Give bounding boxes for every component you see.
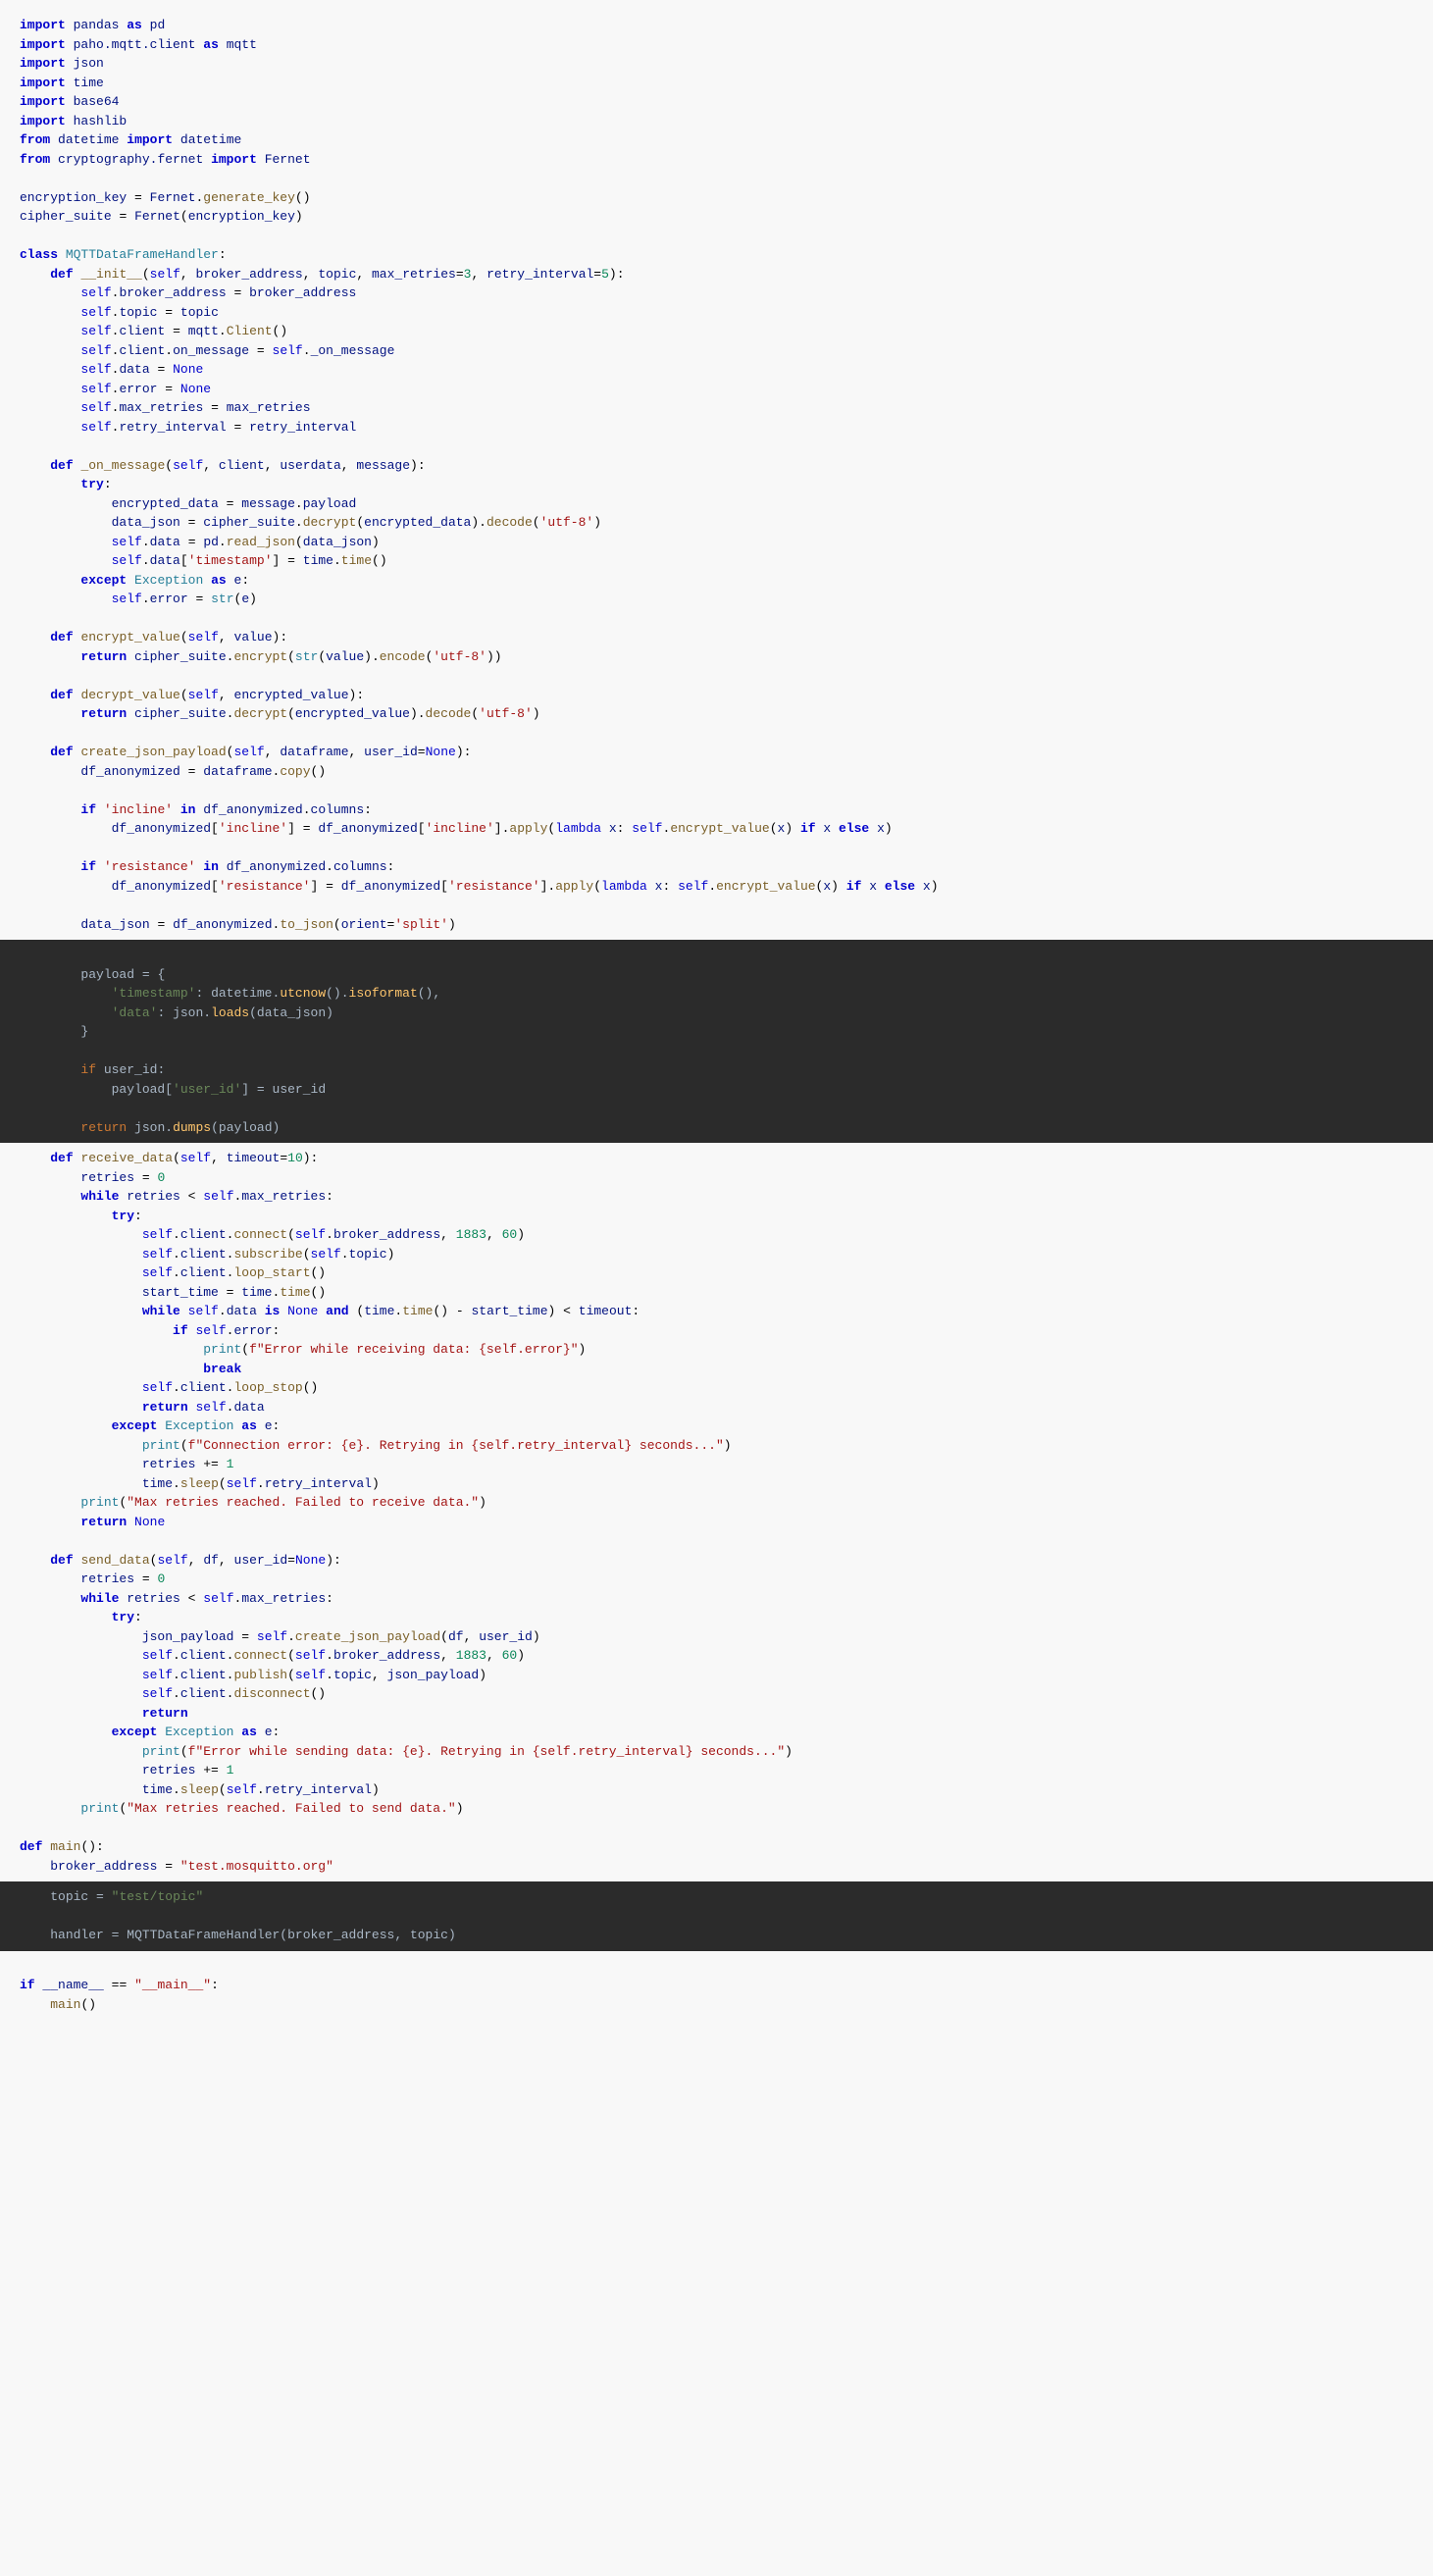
code-block-dark-2: topic = "test/topic" handler = MQTTDataF…: [0, 1881, 1433, 1951]
code-block-dark-1: payload = { 'timestamp': datetime.utcnow…: [0, 940, 1433, 1143]
code-block-light-3: if __name__ == "__main__": main(): [0, 1951, 1433, 2021]
code-container: import pandas as pd import paho.mqtt.cli…: [0, 0, 1433, 2576]
code-block-light-1: import pandas as pd import paho.mqtt.cli…: [0, 10, 1433, 940]
code-block-light-2: def receive_data(self, timeout=10): retr…: [0, 1143, 1433, 1881]
